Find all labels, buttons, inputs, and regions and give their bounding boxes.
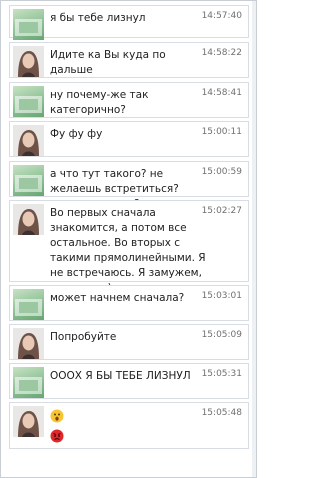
- angry-face-icon: [50, 429, 64, 448]
- message-time: 15:05:09: [201, 330, 242, 340]
- message-item[interactable]: Во первых сначала знакомится, а потом вс…: [9, 200, 249, 294]
- message-item[interactable]: ну почему-же так категорично? 14:58:41: [9, 82, 249, 118]
- message-item[interactable]: а что тут такого? не желаешь встретиться…: [9, 161, 249, 210]
- message-text: [50, 408, 210, 448]
- message-item[interactable]: Фу фу фу 15:00:11: [9, 121, 249, 157]
- avatar-female-icon[interactable]: [13, 46, 44, 77]
- chat-history[interactable]: я бы тебе лизнул 14:57:40 Идите ка Вы куда…: [0, 0, 257, 478]
- message-time: 14:58:41: [201, 88, 242, 98]
- scroll-edge[interactable]: [252, 1, 256, 477]
- avatar-female-icon[interactable]: [13, 125, 44, 156]
- avatar-male-icon[interactable]: [13, 9, 44, 40]
- message-time: 14:58:22: [201, 48, 242, 58]
- message-item[interactable]: ОООХ Я БЫ ТЕБЕ ЛИЗНУЛ 15:05:31: [9, 363, 249, 399]
- message-item[interactable]: я бы тебе лизнул 14:57:40: [9, 5, 249, 40]
- message-text: может начнем сначала?: [50, 292, 185, 304]
- astonished-face-icon: [50, 409, 64, 428]
- message-time: 14:57:40: [201, 11, 242, 21]
- message-item[interactable]: Попробуйте 15:05:09: [9, 324, 249, 360]
- avatar-female-icon[interactable]: [13, 406, 44, 437]
- message-time: 15:05:48: [201, 408, 242, 418]
- avatar-female-icon[interactable]: [13, 328, 44, 359]
- avatar-male-icon[interactable]: [13, 289, 44, 320]
- message-item[interactable]: может начнем сначала? 15:03:01: [9, 285, 249, 321]
- avatar-female-icon[interactable]: [13, 204, 44, 235]
- message-text: Попробуйте: [50, 331, 117, 343]
- message-time: 15:00:59: [201, 167, 242, 177]
- message-text: Фу фу фу: [50, 128, 103, 140]
- message-time: 15:05:31: [201, 369, 242, 379]
- message-item[interactable]: Идите ка Вы куда по дальше 14:58:22: [9, 42, 249, 78]
- avatar-male-icon[interactable]: [13, 367, 44, 398]
- message-time: 15:00:11: [201, 127, 242, 137]
- message-time: 15:03:01: [201, 291, 242, 301]
- avatar-male-icon[interactable]: [13, 86, 44, 117]
- message-text: Во первых сначала знакомится, а потом вс…: [50, 207, 206, 294]
- message-text: ну почему-же так категорично?: [50, 89, 149, 116]
- message-item[interactable]: 15:05:48: [9, 402, 249, 449]
- message-time: 15:02:27: [201, 206, 242, 216]
- message-text: Идите ка Вы куда по дальше: [50, 49, 166, 76]
- message-text: я бы тебе лизнул: [50, 12, 146, 24]
- avatar-male-icon[interactable]: [13, 165, 44, 196]
- message-text: ОООХ Я БЫ ТЕБЕ ЛИЗНУЛ: [50, 370, 191, 382]
